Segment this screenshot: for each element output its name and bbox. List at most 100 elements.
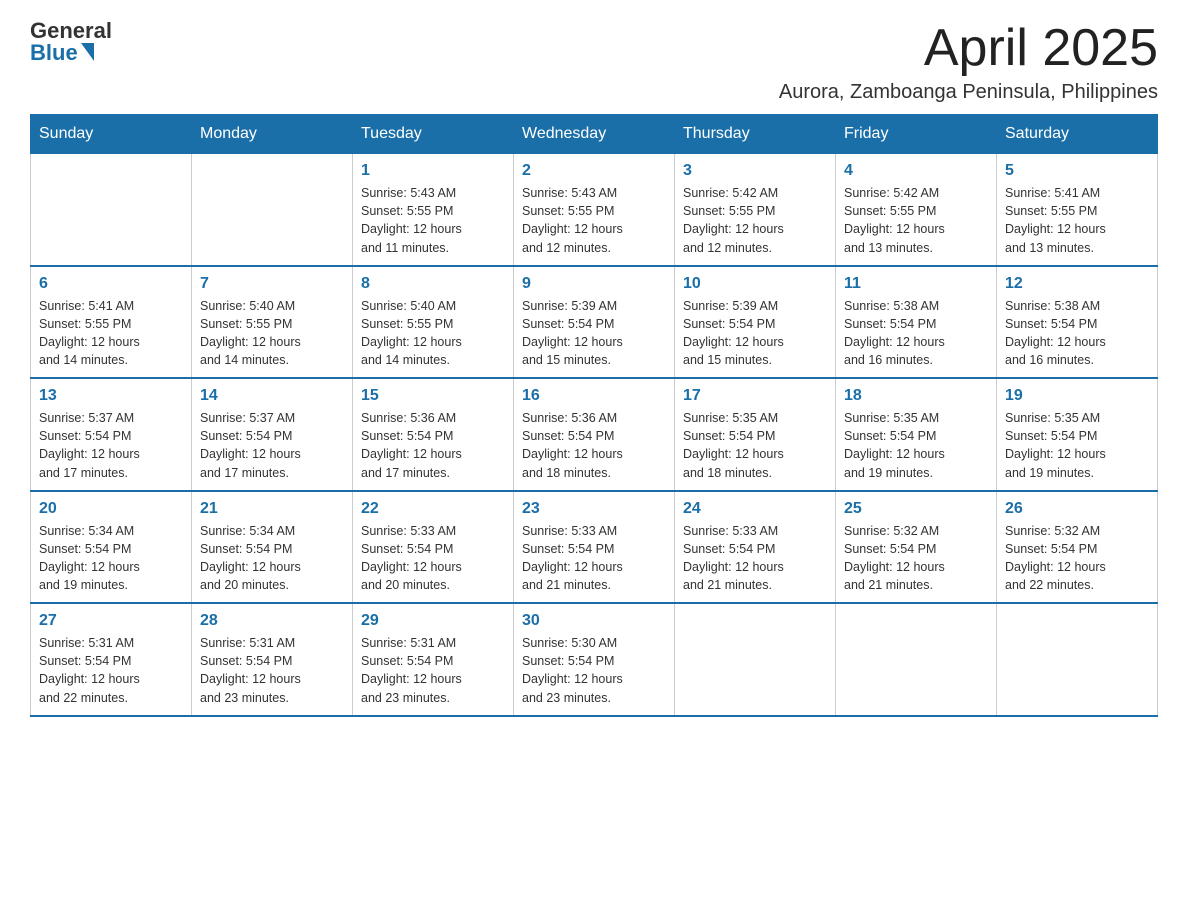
logo-blue: Blue <box>30 42 78 64</box>
calendar-cell <box>836 603 997 716</box>
day-info: Sunrise: 5:42 AMSunset: 5:55 PMDaylight:… <box>844 184 988 257</box>
calendar-cell: 24 Sunrise: 5:33 AMSunset: 5:54 PMDayligh… <box>675 491 836 604</box>
calendar-cell: 8 Sunrise: 5:40 AMSunset: 5:55 PMDaylight… <box>353 266 514 379</box>
day-info: Sunrise: 5:34 AMSunset: 5:54 PMDaylight:… <box>39 522 183 595</box>
logo-triangle-icon <box>81 43 94 61</box>
day-number: 13 <box>39 387 183 405</box>
day-number: 10 <box>683 275 827 293</box>
day-number: 26 <box>1005 500 1149 518</box>
calendar-cell <box>675 603 836 716</box>
day-info: Sunrise: 5:35 AMSunset: 5:54 PMDaylight:… <box>1005 409 1149 482</box>
day-info: Sunrise: 5:43 AMSunset: 5:55 PMDaylight:… <box>522 184 666 257</box>
day-number: 21 <box>200 500 344 518</box>
day-number: 25 <box>844 500 988 518</box>
day-info: Sunrise: 5:33 AMSunset: 5:54 PMDaylight:… <box>361 522 505 595</box>
day-number: 4 <box>844 162 988 180</box>
month-year-title: April 2025 <box>779 20 1158 77</box>
calendar-header-row: SundayMondayTuesdayWednesdayThursdayFrid… <box>31 115 1158 154</box>
calendar-cell: 7 Sunrise: 5:40 AMSunset: 5:55 PMDaylight… <box>192 266 353 379</box>
day-number: 5 <box>1005 162 1149 180</box>
day-info: Sunrise: 5:32 AMSunset: 5:54 PMDaylight:… <box>1005 522 1149 595</box>
calendar-header-tuesday: Tuesday <box>353 115 514 154</box>
day-info: Sunrise: 5:42 AMSunset: 5:55 PMDaylight:… <box>683 184 827 257</box>
calendar-cell: 26 Sunrise: 5:32 AMSunset: 5:54 PMDayligh… <box>997 491 1158 604</box>
calendar-cell <box>31 154 192 266</box>
calendar-cell: 27Sunrise: 5:31 AMSunset: 5:54 PMDayligh… <box>31 603 192 716</box>
calendar-header-saturday: Saturday <box>997 115 1158 154</box>
calendar-cell: 22 Sunrise: 5:33 AMSunset: 5:54 PMDayligh… <box>353 491 514 604</box>
day-info: Sunrise: 5:31 AMSunset: 5:54 PMDaylight:… <box>200 634 344 707</box>
calendar-cell: 5 Sunrise: 5:41 AMSunset: 5:55 PMDaylight… <box>997 154 1158 266</box>
calendar-header-sunday: Sunday <box>31 115 192 154</box>
day-info: Sunrise: 5:38 AMSunset: 5:54 PMDaylight:… <box>844 297 988 370</box>
day-info: Sunrise: 5:32 AMSunset: 5:54 PMDaylight:… <box>844 522 988 595</box>
calendar-cell: 13 Sunrise: 5:37 AMSunset: 5:54 PMDayligh… <box>31 378 192 491</box>
calendar-cell: 14Sunrise: 5:37 AMSunset: 5:54 PMDayligh… <box>192 378 353 491</box>
calendar-week-row: 1 Sunrise: 5:43 AMSunset: 5:55 PMDaylight… <box>31 154 1158 266</box>
calendar-cell: 18 Sunrise: 5:35 AMSunset: 5:54 PMDayligh… <box>836 378 997 491</box>
day-number: 18 <box>844 387 988 405</box>
day-info: Sunrise: 5:40 AMSunset: 5:55 PMDaylight:… <box>200 297 344 370</box>
day-number: 8 <box>361 275 505 293</box>
day-info: Sunrise: 5:38 AMSunset: 5:54 PMDaylight:… <box>1005 297 1149 370</box>
logo-general: General <box>30 20 112 42</box>
day-number: 2 <box>522 162 666 180</box>
calendar-cell: 1 Sunrise: 5:43 AMSunset: 5:55 PMDaylight… <box>353 154 514 266</box>
calendar-cell: 6 Sunrise: 5:41 AMSunset: 5:55 PMDaylight… <box>31 266 192 379</box>
day-number: 12 <box>1005 275 1149 293</box>
calendar-cell: 17Sunrise: 5:35 AMSunset: 5:54 PMDayligh… <box>675 378 836 491</box>
page-header: General Blue April 2025 Aurora, Zamboang… <box>30 20 1158 104</box>
day-info: Sunrise: 5:43 AMSunset: 5:55 PMDaylight:… <box>361 184 505 257</box>
day-info: Sunrise: 5:36 AMSunset: 5:54 PMDaylight:… <box>522 409 666 482</box>
day-number: 23 <box>522 500 666 518</box>
day-number: 30 <box>522 612 666 630</box>
day-number: 22 <box>361 500 505 518</box>
day-number: 24 <box>683 500 827 518</box>
calendar-week-row: 13 Sunrise: 5:37 AMSunset: 5:54 PMDayligh… <box>31 378 1158 491</box>
day-number: 27 <box>39 612 183 630</box>
calendar-cell: 3 Sunrise: 5:42 AMSunset: 5:55 PMDaylight… <box>675 154 836 266</box>
day-info: Sunrise: 5:35 AMSunset: 5:54 PMDaylight:… <box>683 409 827 482</box>
day-info: Sunrise: 5:41 AMSunset: 5:55 PMDaylight:… <box>1005 184 1149 257</box>
day-info: Sunrise: 5:34 AMSunset: 5:54 PMDaylight:… <box>200 522 344 595</box>
day-info: Sunrise: 5:39 AMSunset: 5:54 PMDaylight:… <box>683 297 827 370</box>
calendar-cell: 23Sunrise: 5:33 AMSunset: 5:54 PMDayligh… <box>514 491 675 604</box>
calendar-cell: 15Sunrise: 5:36 AMSunset: 5:54 PMDayligh… <box>353 378 514 491</box>
title-section: April 2025 Aurora, Zamboanga Peninsula, … <box>779 20 1158 104</box>
day-info: Sunrise: 5:35 AMSunset: 5:54 PMDaylight:… <box>844 409 988 482</box>
calendar-week-row: 20 Sunrise: 5:34 AMSunset: 5:54 PMDayligh… <box>31 491 1158 604</box>
day-info: Sunrise: 5:33 AMSunset: 5:54 PMDaylight:… <box>683 522 827 595</box>
calendar-cell: 25 Sunrise: 5:32 AMSunset: 5:54 PMDayligh… <box>836 491 997 604</box>
day-info: Sunrise: 5:30 AMSunset: 5:54 PMDaylight:… <box>522 634 666 707</box>
calendar-table: SundayMondayTuesdayWednesdayThursdayFrid… <box>30 114 1158 717</box>
calendar-header-monday: Monday <box>192 115 353 154</box>
day-number: 11 <box>844 275 988 293</box>
day-number: 20 <box>39 500 183 518</box>
calendar-cell: 20 Sunrise: 5:34 AMSunset: 5:54 PMDayligh… <box>31 491 192 604</box>
calendar-header-friday: Friday <box>836 115 997 154</box>
day-number: 1 <box>361 162 505 180</box>
day-info: Sunrise: 5:37 AMSunset: 5:54 PMDaylight:… <box>39 409 183 482</box>
calendar-cell: 2 Sunrise: 5:43 AMSunset: 5:55 PMDaylight… <box>514 154 675 266</box>
day-number: 14 <box>200 387 344 405</box>
calendar-cell: 19Sunrise: 5:35 AMSunset: 5:54 PMDayligh… <box>997 378 1158 491</box>
calendar-cell: 9Sunrise: 5:39 AMSunset: 5:54 PMDaylight… <box>514 266 675 379</box>
day-number: 7 <box>200 275 344 293</box>
calendar-cell <box>997 603 1158 716</box>
day-number: 6 <box>39 275 183 293</box>
day-number: 28 <box>200 612 344 630</box>
calendar-cell: 10 Sunrise: 5:39 AMSunset: 5:54 PMDayligh… <box>675 266 836 379</box>
day-number: 16 <box>522 387 666 405</box>
calendar-header-thursday: Thursday <box>675 115 836 154</box>
day-info: Sunrise: 5:36 AMSunset: 5:54 PMDaylight:… <box>361 409 505 482</box>
day-info: Sunrise: 5:41 AMSunset: 5:55 PMDaylight:… <box>39 297 183 370</box>
logo: General Blue <box>30 20 112 64</box>
day-number: 3 <box>683 162 827 180</box>
calendar-cell: 21 Sunrise: 5:34 AMSunset: 5:54 PMDayligh… <box>192 491 353 604</box>
day-info: Sunrise: 5:40 AMSunset: 5:55 PMDaylight:… <box>361 297 505 370</box>
day-info: Sunrise: 5:39 AMSunset: 5:54 PMDaylight:… <box>522 297 666 370</box>
day-number: 29 <box>361 612 505 630</box>
calendar-cell: 30 Sunrise: 5:30 AMSunset: 5:54 PMDayligh… <box>514 603 675 716</box>
calendar-cell: 12 Sunrise: 5:38 AMSunset: 5:54 PMDayligh… <box>997 266 1158 379</box>
calendar-week-row: 6 Sunrise: 5:41 AMSunset: 5:55 PMDaylight… <box>31 266 1158 379</box>
